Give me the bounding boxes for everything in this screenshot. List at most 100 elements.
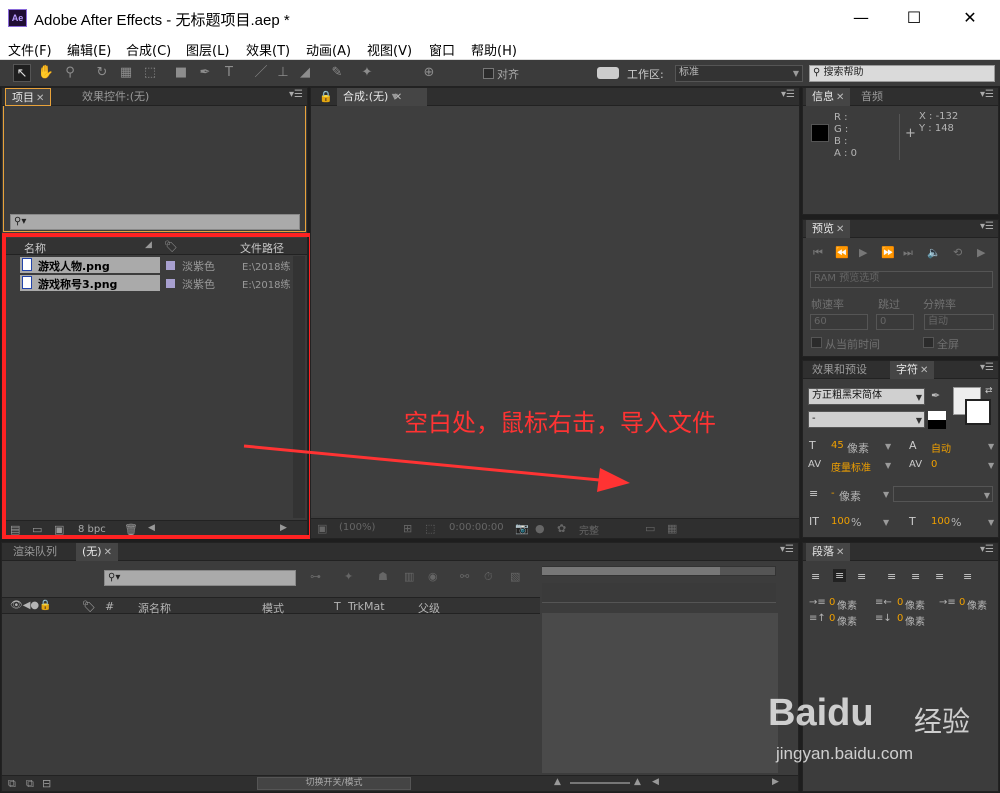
mask-tool-icon[interactable]: ■ (172, 64, 190, 82)
brainstorm-icon[interactable]: ▧ (510, 570, 520, 583)
pan-behind-tool-icon[interactable]: ⬚ (141, 64, 159, 82)
graph-editor-icon[interactable]: ⚯ (460, 570, 469, 583)
chevron-down-icon[interactable]: ▼ (883, 518, 889, 527)
ram-preview-options[interactable]: RAM 预览选项 (810, 271, 993, 288)
zoom-tool-icon[interactable]: ⚲ (61, 64, 79, 82)
selection-tool-icon[interactable]: ↖ (13, 64, 31, 82)
rotate-tool-icon[interactable]: ↻ (93, 64, 111, 82)
minimize-button[interactable]: — (838, 0, 884, 36)
stopwatch-icon[interactable]: ⏱ (484, 570, 493, 584)
menu-animation[interactable]: 动画(A) (306, 40, 351, 59)
align-right-icon[interactable]: ≡ (857, 570, 866, 583)
tab-audio[interactable]: 音频 (855, 88, 889, 106)
scroll-right-icon[interactable]: ▶ (772, 777, 779, 787)
work-area-range[interactable] (542, 567, 720, 575)
in-out-stretch-icon[interactable]: ⊟ (42, 777, 51, 790)
first-line-indent-value[interactable]: 0 (959, 597, 965, 608)
zoom-in-icon[interactable]: ▲ (634, 777, 641, 787)
roto-brush-tool-icon[interactable]: ✎ (328, 64, 346, 82)
pen-tool-icon[interactable]: ✒ (196, 64, 214, 82)
panel-menu-icon[interactable]: ▾☰ (781, 89, 795, 100)
tab-timeline-comp[interactable]: (无) ✕ (76, 543, 118, 561)
menu-window[interactable]: 窗口 (429, 40, 455, 59)
workspace-select[interactable]: 标准 ▼ (675, 65, 803, 82)
resolution-select[interactable]: 自动 (924, 314, 994, 330)
menu-effect[interactable]: 效果(T) (246, 40, 290, 59)
panel-menu-icon[interactable]: ▾☰ (980, 221, 994, 232)
layer-switches-icon[interactable]: ⧉ (8, 777, 16, 791)
font-size-value[interactable]: 45 (831, 440, 844, 451)
lock-icon[interactable]: 🔒 (319, 90, 333, 103)
menu-file[interactable]: 文件(F) (8, 40, 52, 59)
black-swatch[interactable] (928, 420, 946, 429)
camera-tool-icon[interactable]: ▦ (117, 64, 135, 82)
justify-all-icon[interactable]: ≡ (963, 570, 972, 583)
grid-icon[interactable]: ⊞ (403, 522, 412, 535)
next-frame-icon[interactable]: ⏩ (881, 246, 895, 259)
tab-preview[interactable]: 预览 ✕ (806, 220, 851, 238)
last-frame-icon[interactable]: ⏭ (903, 246, 913, 260)
clone-stamp-tool-icon[interactable]: ⊥ (274, 64, 292, 82)
brush-tool-icon[interactable]: ／ (252, 64, 270, 82)
transparency-grid-icon[interactable]: ▦ (667, 522, 677, 535)
leading-value[interactable]: 自动 (931, 440, 951, 455)
panel-menu-icon[interactable]: ▾☰ (980, 362, 994, 373)
show-channel-icon[interactable]: ● (535, 522, 545, 535)
panel-menu-icon[interactable]: ▾☰ (980, 544, 994, 555)
indent-right-value[interactable]: 0 (897, 597, 903, 608)
play-icon[interactable]: ▶ (859, 246, 867, 259)
panel-menu-icon[interactable]: ▾☰ (780, 544, 794, 555)
transfer-controls-icon[interactable]: ⧉ (26, 777, 34, 791)
axis-mode-icon[interactable]: ⊕ (420, 64, 438, 82)
menu-composition[interactable]: 合成(C) (126, 40, 171, 59)
tab-paragraph[interactable]: 段落 ✕ (806, 543, 851, 561)
draft-3d-icon[interactable]: ✦ (344, 570, 353, 583)
panel-menu-icon[interactable]: ▾☰ (289, 89, 303, 100)
swap-colors-icon[interactable]: ⇄ (985, 386, 993, 396)
justify-last-center-icon[interactable]: ≡ (911, 570, 920, 583)
tab-character[interactable]: 字符 ✕ (890, 361, 935, 379)
tab-info[interactable]: 信息 ✕ (806, 88, 851, 106)
chevron-down-icon[interactable]: ▼ (988, 518, 994, 527)
chevron-down-icon[interactable]: ▼ (885, 461, 891, 470)
tracking-value[interactable]: 0 (931, 459, 937, 470)
region-of-interest-icon[interactable]: ▭ (645, 522, 655, 535)
tab-effects-presets[interactable]: 效果和预设 (806, 361, 873, 379)
timeline-tracks[interactable] (542, 613, 778, 773)
zoom-slider[interactable] (570, 782, 630, 784)
chevron-down-icon[interactable]: ▼ (988, 442, 994, 451)
tab-effect-controls[interactable]: 效果控件:(无) (76, 88, 155, 106)
type-tool-icon[interactable]: T (220, 64, 238, 82)
stroke-style-select[interactable]: ▼ (893, 486, 993, 502)
skip-select[interactable]: 0 (876, 314, 914, 330)
loop-icon[interactable]: ⟲ (953, 246, 962, 259)
timeline-search-input[interactable]: ⚲▾ (104, 570, 296, 586)
horizontal-scale-value[interactable]: 100 (931, 516, 950, 527)
project-search-input[interactable]: ⚲▾ (10, 214, 300, 230)
resolution-select[interactable]: 完整 (579, 522, 599, 537)
tab-render-queue[interactable]: 渲染队列 (7, 543, 63, 561)
eraser-tool-icon[interactable]: ◢ (296, 64, 314, 82)
menu-edit[interactable]: 编辑(E) (67, 40, 111, 59)
panel-menu-icon[interactable]: ▾☰ (980, 89, 994, 100)
hand-tool-icon[interactable]: ✋ (37, 64, 55, 82)
current-time[interactable]: 0:00:00:00 (449, 522, 504, 533)
menu-help[interactable]: 帮助(H) (471, 40, 517, 59)
stroke-color-swatch[interactable] (965, 399, 991, 425)
scroll-left-icon[interactable]: ◀ (652, 777, 659, 787)
font-style-select[interactable]: - ▼ (808, 411, 925, 428)
time-ruler[interactable] (542, 583, 776, 603)
mask-visibility-icon[interactable]: ⬚ (425, 522, 435, 535)
motion-blur-icon[interactable]: ◉ (428, 570, 438, 583)
space-after-value[interactable]: 0 (897, 613, 903, 624)
font-family-select[interactable]: 方正粗黑宋简体 ▼ (808, 388, 925, 405)
white-swatch[interactable] (928, 411, 946, 420)
chevron-down-icon[interactable]: ▼ (883, 490, 889, 499)
indent-left-value[interactable]: 0 (829, 597, 835, 608)
frame-rate-select[interactable]: 60 (810, 314, 868, 330)
maximize-button[interactable]: ☐ (891, 0, 937, 36)
justify-last-right-icon[interactable]: ≡ (935, 570, 944, 583)
color-channel-icon[interactable]: ✿ (557, 522, 566, 535)
frame-blending-icon[interactable]: ▥ (404, 570, 414, 583)
menu-view[interactable]: 视图(V) (367, 40, 412, 59)
